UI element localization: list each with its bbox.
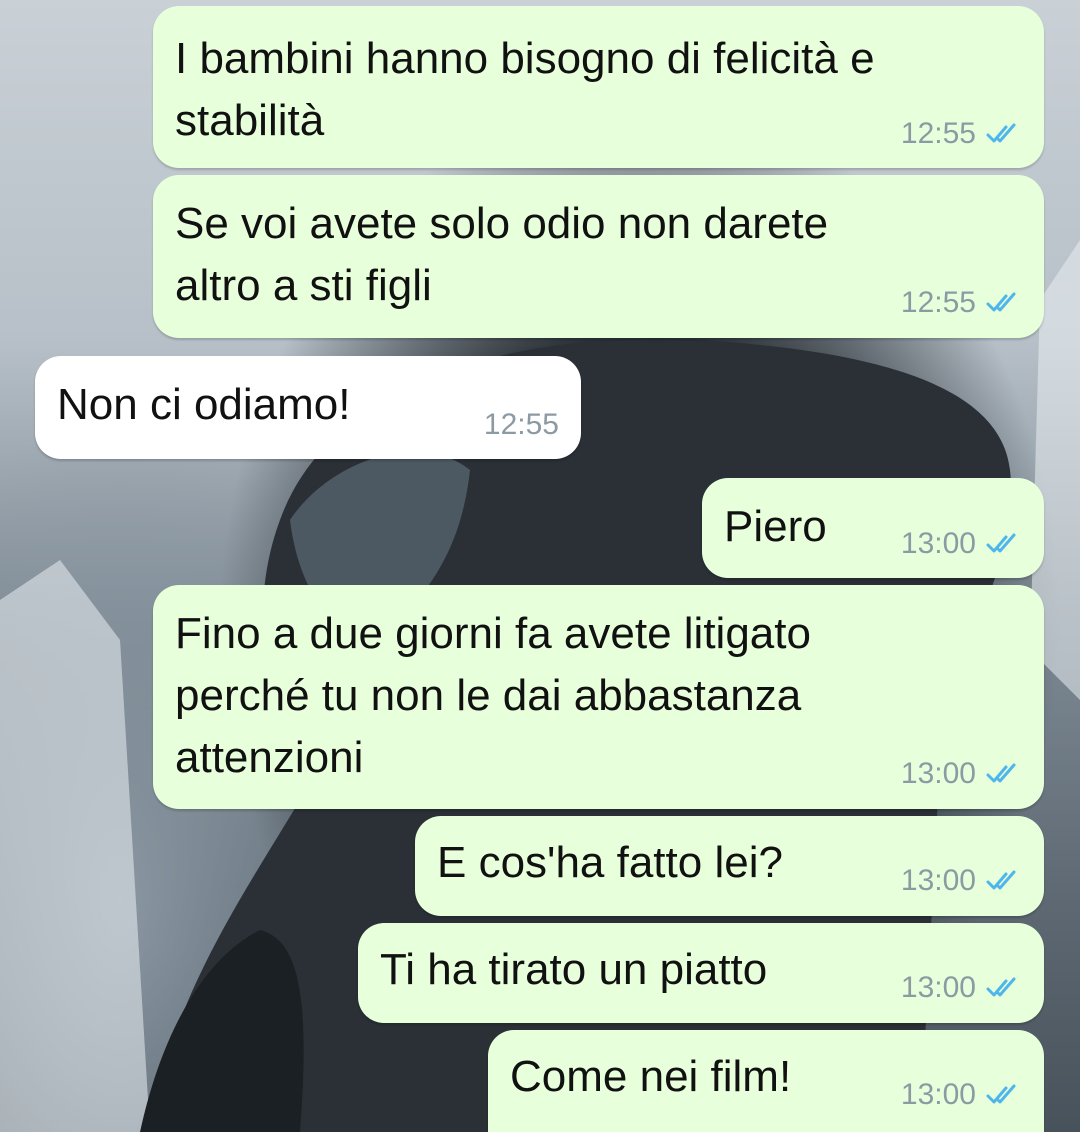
read-double-check-icon: [986, 870, 1020, 892]
message-time: 13:00: [900, 971, 976, 1004]
message-meta: 12:55: [901, 286, 1020, 320]
message-meta: 12:55: [484, 408, 559, 442]
message-meta: 13:00: [901, 527, 1020, 561]
outgoing-message-bubble[interactable]: Se voi avete solo odio non darete altro …: [153, 175, 1044, 338]
message-text: Ti ha tirato un piatto: [380, 945, 768, 994]
read-double-check-icon: [986, 123, 1020, 145]
message-meta: 13:00: [901, 864, 1020, 898]
outgoing-message-bubble[interactable]: E cos'ha fatto lei? 13:00: [415, 816, 1044, 916]
message-meta: 13:00: [901, 1078, 1020, 1112]
read-double-check-icon: [986, 977, 1020, 999]
incoming-message-bubble[interactable]: Non ci odiamo! 12:55: [35, 356, 581, 459]
message-text: I bambini hanno bisogno di felicità e st…: [175, 34, 875, 145]
read-double-check-icon: [986, 292, 1020, 314]
message-meta: 12:55: [901, 117, 1020, 151]
message-time: 13:00: [900, 864, 976, 897]
read-double-check-icon: [986, 1084, 1020, 1106]
message-time: 13:00: [900, 1078, 976, 1111]
message-time: 12:55: [900, 286, 976, 319]
message-time: 13:00: [900, 757, 976, 790]
message-time: 12:55: [900, 117, 976, 150]
read-double-check-icon: [986, 533, 1020, 555]
outgoing-message-bubble[interactable]: Come nei film! 13:00: [488, 1030, 1044, 1132]
message-text: Fino a due giorni fa avete litigato perc…: [175, 609, 811, 782]
message-meta: 13:00: [901, 757, 1020, 791]
message-time: 13:00: [900, 527, 976, 560]
message-text: Non ci odiamo!: [57, 380, 351, 429]
outgoing-message-bubble[interactable]: I bambini hanno bisogno di felicità e st…: [153, 6, 1044, 168]
message-text: Piero: [724, 502, 827, 551]
message-text: Se voi avete solo odio non darete altro …: [175, 199, 829, 310]
outgoing-message-bubble[interactable]: Piero 13:00: [702, 478, 1044, 578]
message-meta: 13:00: [901, 971, 1020, 1005]
message-time: 12:55: [483, 408, 559, 441]
message-text: Come nei film!: [510, 1052, 792, 1101]
message-text: E cos'ha fatto lei?: [437, 838, 783, 887]
outgoing-message-bubble[interactable]: Fino a due giorni fa avete litigato perc…: [153, 585, 1044, 809]
outgoing-message-bubble[interactable]: Ti ha tirato un piatto 13:00: [358, 923, 1044, 1023]
read-double-check-icon: [986, 763, 1020, 785]
